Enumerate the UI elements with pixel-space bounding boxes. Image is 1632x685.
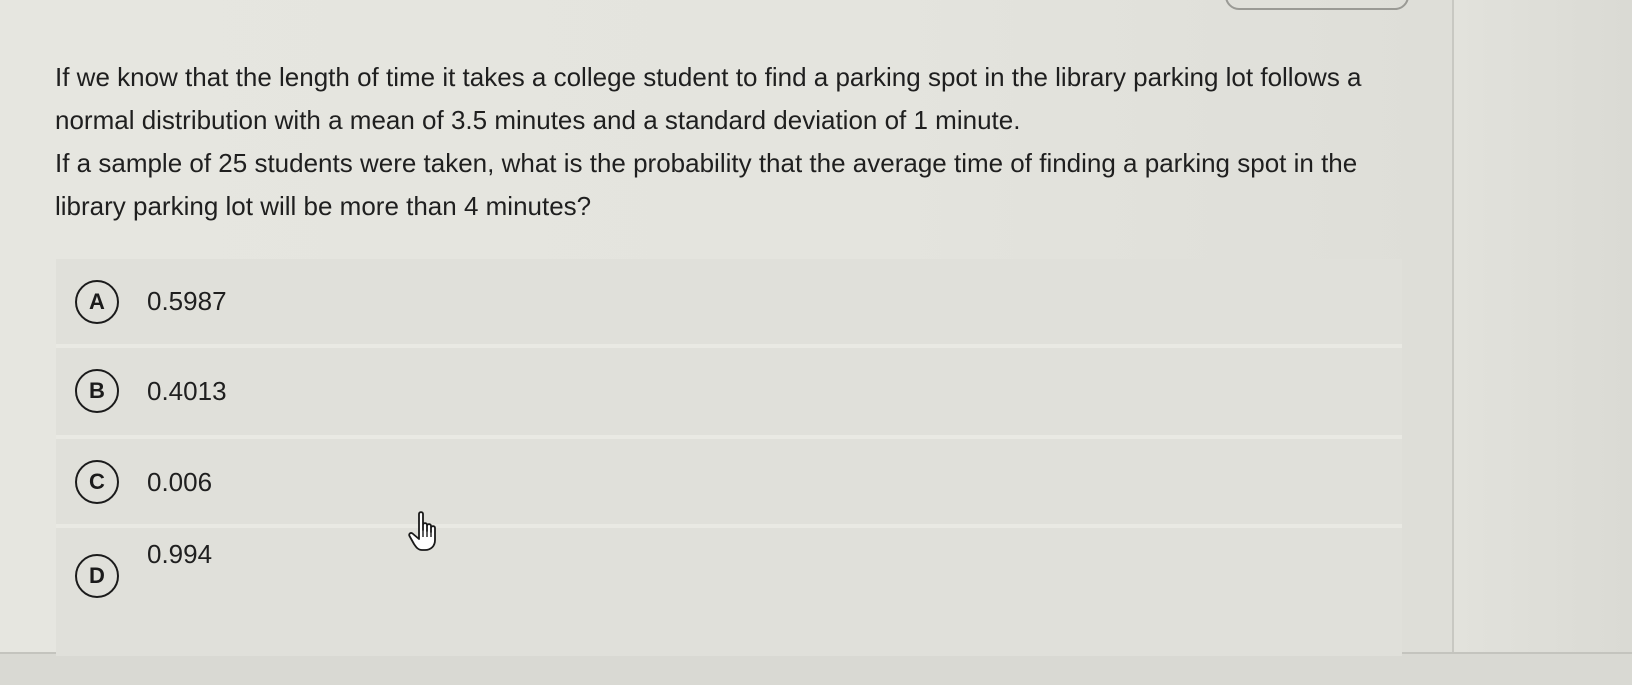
option-a-value: 0.5987: [147, 286, 227, 316]
top-button[interactable]: [1225, 0, 1409, 10]
option-c[interactable]: C 0.006: [56, 439, 1402, 528]
option-b-value: 0.4013: [147, 376, 227, 406]
option-d-letter[interactable]: D: [75, 554, 119, 598]
option-c-value: 0.006: [147, 467, 213, 497]
hand-pointer-icon: [408, 511, 436, 551]
option-a[interactable]: A 0.5987: [56, 259, 1402, 348]
question-text: If we know that the length of time it ta…: [55, 56, 1415, 228]
question-line-1: If we know that the length of time it ta…: [55, 62, 1362, 135]
option-d[interactable]: D 0.994: [56, 528, 1402, 656]
option-c-letter[interactable]: C: [75, 460, 119, 504]
option-d-value: 0.994: [147, 539, 213, 569]
answer-options: A 0.5987 B 0.4013 C 0.006 D 0.994: [56, 259, 1402, 656]
option-a-letter[interactable]: A: [75, 280, 119, 324]
bottom-strip: [0, 652, 1632, 685]
option-b-letter[interactable]: B: [75, 369, 119, 413]
side-strip: [1454, 0, 1632, 683]
question-line-2: If a sample of 25 students were taken, w…: [55, 148, 1358, 221]
option-b[interactable]: B 0.4013: [56, 348, 1402, 439]
